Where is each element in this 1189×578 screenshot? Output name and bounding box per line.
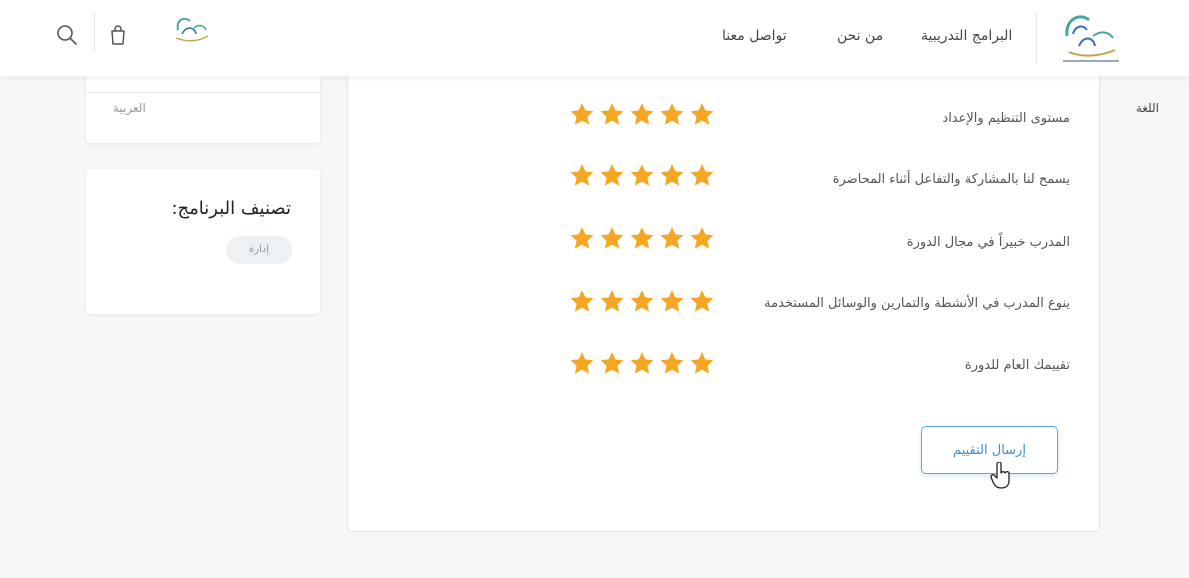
star-filled-icon[interactable] [689, 162, 715, 188]
star-rating[interactable] [569, 225, 715, 255]
classification-tag[interactable]: إدارة [226, 236, 292, 264]
star-filled-icon[interactable] [569, 101, 595, 127]
star-filled-icon[interactable] [659, 162, 685, 188]
language-label: اللغة [1135, 101, 1159, 115]
rating-question-label: تقييمك العام للدورة [964, 358, 1070, 373]
rating-question-label: مستوى التنظيم والإعداد [942, 111, 1070, 126]
star-filled-icon[interactable] [629, 350, 655, 376]
nav-programs[interactable]: البرامج التدريبية [921, 28, 1012, 44]
header-divider-small [94, 12, 95, 52]
star-filled-icon[interactable] [569, 225, 595, 251]
star-filled-icon[interactable] [689, 350, 715, 376]
star-filled-icon[interactable] [689, 225, 715, 251]
bag-icon[interactable] [108, 24, 128, 46]
star-filled-icon[interactable] [659, 350, 685, 376]
rating-question-label: يسمح لنا بالمشاركة والتفاعل أثناء المحاض… [832, 172, 1070, 187]
site-logo-small[interactable] [168, 12, 212, 46]
star-filled-icon[interactable] [629, 225, 655, 251]
star-filled-icon[interactable] [659, 288, 685, 314]
star-filled-icon[interactable] [629, 162, 655, 188]
star-rating[interactable] [569, 350, 715, 380]
star-filled-icon[interactable] [569, 288, 595, 314]
rating-question-label: المدرب خبيراً في مجال الدورة [906, 235, 1070, 250]
star-filled-icon[interactable] [599, 101, 625, 127]
star-rating[interactable] [569, 288, 715, 318]
header-divider [1036, 12, 1037, 64]
nav-contact[interactable]: تواصل معنا [722, 28, 787, 44]
star-filled-icon[interactable] [689, 101, 715, 127]
star-rating[interactable] [569, 162, 715, 192]
star-filled-icon[interactable] [689, 288, 715, 314]
search-icon[interactable] [56, 24, 78, 46]
site-logo[interactable] [1049, 6, 1131, 68]
language-value: العربية [113, 101, 146, 115]
star-rating[interactable] [569, 101, 715, 131]
card-divider [86, 92, 320, 93]
star-filled-icon[interactable] [599, 350, 625, 376]
hand-cursor-icon [990, 462, 1010, 489]
site-header: البرامج التدريبية من نحن تواصل معنا [0, 0, 1189, 76]
star-filled-icon[interactable] [569, 162, 595, 188]
rating-question-label: ينوع المدرب في الأنشطة والتمارين والوسائ… [764, 296, 1070, 311]
nav-about[interactable]: من نحن [837, 28, 883, 44]
star-filled-icon[interactable] [599, 162, 625, 188]
star-filled-icon[interactable] [569, 350, 595, 376]
star-filled-icon[interactable] [629, 288, 655, 314]
star-filled-icon[interactable] [659, 101, 685, 127]
star-filled-icon[interactable] [659, 225, 685, 251]
star-filled-icon[interactable] [629, 101, 655, 127]
star-filled-icon[interactable] [599, 288, 625, 314]
star-filled-icon[interactable] [599, 225, 625, 251]
classification-title: تصنيف البرنامج: [171, 198, 291, 219]
